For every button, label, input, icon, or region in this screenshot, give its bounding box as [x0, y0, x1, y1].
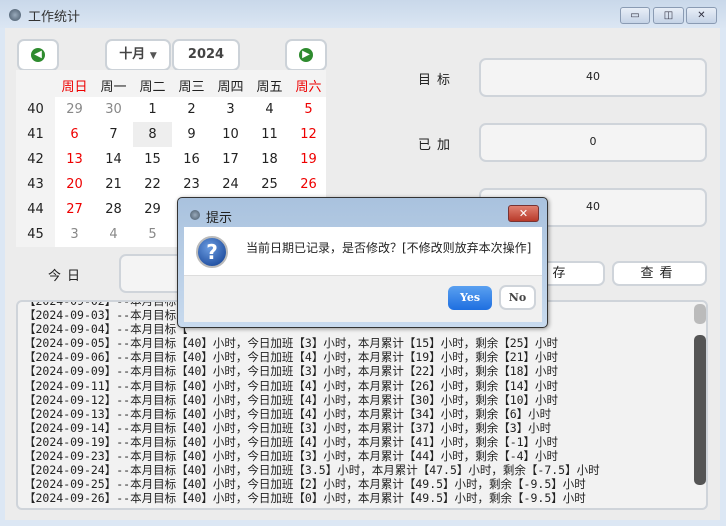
scrollbar-thumb[interactable] — [694, 335, 706, 485]
day-cell[interactable]: 25 — [250, 172, 289, 197]
weekday-2: 周二 — [139, 80, 166, 95]
day-cell[interactable]: 28 — [94, 197, 133, 222]
day-cell[interactable]: 10 — [211, 122, 250, 147]
day-cell[interactable]: 3 — [211, 97, 250, 122]
day-cell[interactable]: 20 — [55, 172, 94, 197]
day-cell[interactable]: 1 — [133, 97, 172, 122]
day-cell[interactable]: 13 — [55, 147, 94, 172]
dialog-title: 提示 — [206, 211, 233, 226]
week-number: 40 — [27, 102, 44, 117]
prev-month-button[interactable]: ◀ — [17, 39, 59, 71]
day-cell[interactable]: 8 — [133, 122, 172, 147]
day-cell[interactable]: 5 — [289, 97, 328, 122]
weekday-6: 周六 — [295, 80, 322, 95]
dialog-message-area: ? 当前日期已记录，是否修改？[不修改则放弃本次操作] — [184, 227, 542, 276]
week-number: 45 — [27, 227, 44, 242]
confirm-dialog: 提示 ✕ ? 当前日期已记录，是否修改？[不修改则放弃本次操作] Yes No — [177, 197, 548, 328]
arrow-left-icon: ◀ — [31, 47, 45, 62]
day-cell[interactable]: 6 — [55, 122, 94, 147]
day-cell[interactable]: 12 — [289, 122, 328, 147]
weekday-4: 周四 — [217, 80, 244, 95]
today-label: 今日 — [48, 269, 87, 284]
log-line: 【2024-09-26】--本月目标【40】小时，今日加班【0】小时，本月累计【… — [24, 491, 586, 506]
yes-button[interactable]: Yes — [448, 286, 492, 310]
day-cell[interactable]: 14 — [94, 147, 133, 172]
next-month-button[interactable]: ▶ — [285, 39, 327, 71]
minimize-button[interactable]: ▭ — [620, 7, 650, 24]
added-label: 已加 — [418, 138, 457, 153]
weekday-1: 周一 — [100, 80, 127, 95]
day-cell[interactable]: 11 — [250, 122, 289, 147]
day-cell[interactable]: 19 — [289, 147, 328, 172]
day-cell[interactable]: 15 — [133, 147, 172, 172]
close-button[interactable]: ✕ — [686, 7, 717, 24]
view-button[interactable]: 查看 — [612, 261, 707, 286]
day-cell[interactable]: 23 — [172, 172, 211, 197]
weekday-3: 周三 — [178, 80, 205, 95]
dialog-app-icon — [190, 210, 200, 220]
question-icon: ? — [196, 236, 228, 268]
day-cell[interactable]: 7 — [94, 122, 133, 147]
window-title: 工作统计 — [28, 10, 81, 25]
day-cell[interactable]: 22 — [133, 172, 172, 197]
year-field[interactable]: 2024 — [172, 39, 240, 71]
weekday-5: 周五 — [256, 80, 283, 95]
week-number: 44 — [27, 202, 44, 217]
day-cell[interactable]: 27 — [55, 197, 94, 222]
weekday-0: 周日 — [61, 80, 88, 95]
week-number: 43 — [27, 177, 44, 192]
log-textarea[interactable]: 【2024-09-02】--本月目标 【2024-09-03】--本月目标【 【2… — [16, 300, 708, 510]
no-button[interactable]: No — [499, 285, 536, 310]
day-cell[interactable]: 29 — [133, 197, 172, 222]
day-cell[interactable]: 5 — [133, 222, 172, 247]
scrollbar[interactable] — [694, 304, 706, 508]
day-cell[interactable]: 29 — [55, 97, 94, 122]
dialog-body: ? 当前日期已记录，是否修改？[不修改则放弃本次操作] Yes No — [184, 227, 542, 322]
day-cell[interactable]: 9 — [172, 122, 211, 147]
scrollbar-top[interactable] — [694, 304, 706, 324]
day-cell[interactable]: 3 — [55, 222, 94, 247]
title-bar: 工作统计 ▭ ◫ ✕ — [0, 0, 726, 28]
chevron-down-icon: ▼ — [149, 51, 157, 61]
month-value: 十月 — [119, 47, 146, 62]
day-cell[interactable]: 30 — [94, 97, 133, 122]
target-label: 目标 — [418, 73, 457, 88]
day-cell[interactable]: 4 — [250, 97, 289, 122]
month-select[interactable]: 十月 ▼ — [105, 39, 171, 71]
day-cell[interactable]: 2 — [172, 97, 211, 122]
dialog-close-button[interactable]: ✕ — [508, 205, 539, 222]
target-input[interactable]: 40 — [479, 58, 707, 97]
week-number: 42 — [27, 152, 44, 167]
restore-button[interactable]: ◫ — [653, 7, 684, 24]
day-cell[interactable]: 4 — [94, 222, 133, 247]
day-cell[interactable]: 24 — [211, 172, 250, 197]
day-cell[interactable]: 17 — [211, 147, 250, 172]
added-input[interactable]: 0 — [479, 123, 707, 162]
day-cell[interactable]: 16 — [172, 147, 211, 172]
dialog-message: 当前日期已记录，是否修改？[不修改则放弃本次操作] — [246, 241, 532, 255]
day-cell[interactable]: 21 — [94, 172, 133, 197]
arrow-right-icon: ▶ — [299, 47, 313, 62]
day-cell[interactable]: 26 — [289, 172, 328, 197]
weekday-header: 周日 周一 周二 周三 周四 周五 周六 — [16, 70, 326, 97]
app-icon — [9, 9, 21, 21]
week-number: 41 — [27, 127, 44, 142]
day-cell[interactable]: 18 — [250, 147, 289, 172]
